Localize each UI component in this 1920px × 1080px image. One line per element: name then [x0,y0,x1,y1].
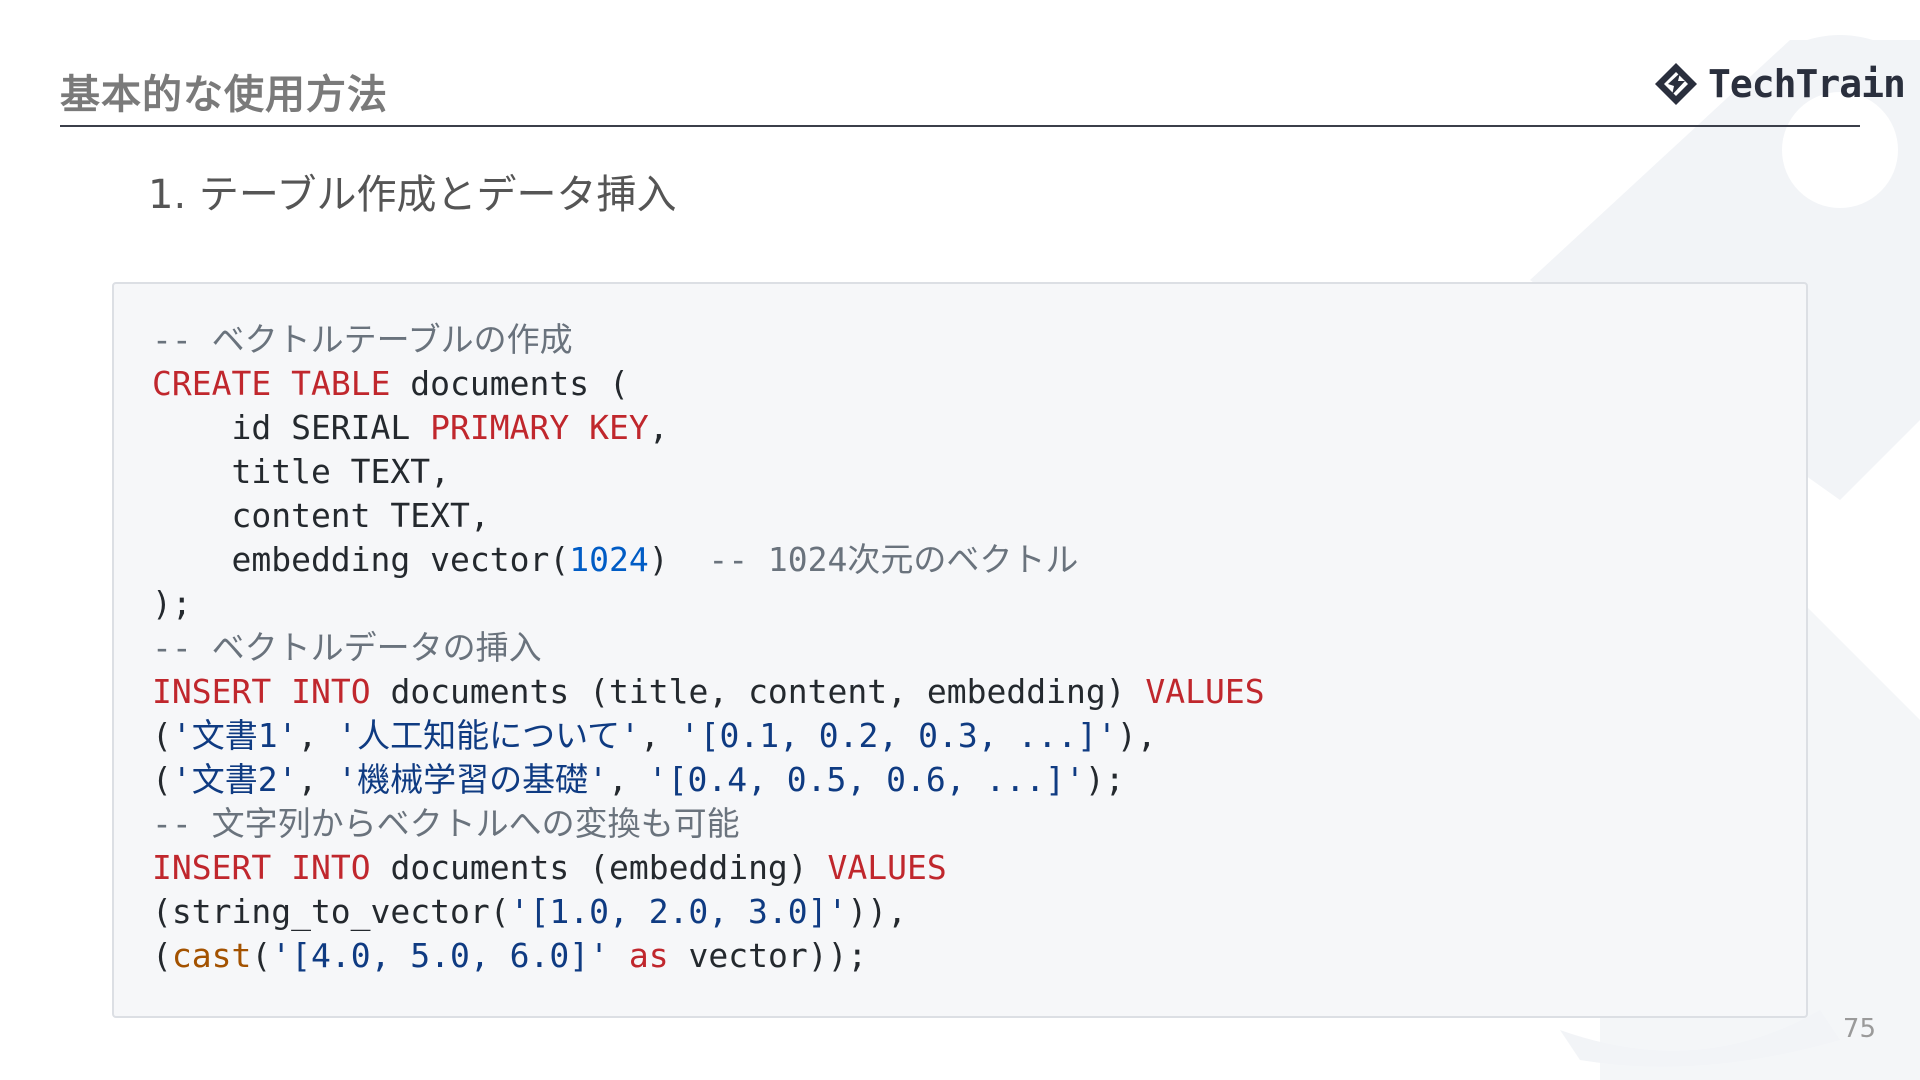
code-string: '機械学習の基礎' [337,760,608,799]
code-keyword: PRIMARY [430,408,570,447]
slide-title: 基本的な使用方法 [60,72,388,118]
code-text: ); [152,584,192,623]
code-keyword: CREATE [152,364,272,403]
code-keyword: TABLE [291,364,391,403]
code-number: 1024 [569,540,649,579]
code-text: , [639,716,680,755]
logo-wordmark: TechTrain [1708,62,1906,106]
code-line: CREATE TABLE documents ( [152,362,1265,406]
page-number: 75 [1842,1014,1876,1044]
code-line: INSERT INTO documents (title, content, e… [152,670,1265,714]
code-line: -- ベクトルテーブルの作成 [152,318,1265,362]
code-keyword: INSERT [152,672,272,711]
code-string: '[0.4, 0.5, 0.6, ...]' [647,760,1085,799]
code-string: '人工知能について' [337,716,640,755]
techtrain-logo: TechTrain [1652,60,1906,108]
code-line: ('文書1', '人工知能について', '[0.1, 0.2, 0.3, ...… [152,714,1265,758]
code-text: , [297,760,338,799]
code-keyword: as [628,936,669,975]
code-text: documents ( [390,364,629,403]
code-keyword: INTO [291,672,371,711]
section-subtitle: 1. テーブル作成とデータ挿入 [148,172,677,218]
code-line: embedding vector(1024) -- 1024次元のベクトル [152,538,1265,582]
sql-code: -- ベクトルテーブルの作成 CREATE TABLE documents ( i… [152,318,1265,978]
techtrain-diamond-logo-icon [1655,63,1697,105]
code-text: ); [1084,760,1125,799]
code-text: ( [251,936,272,975]
code-string: '文書1' [171,716,298,755]
code-function: cast [171,936,252,975]
code-text: , [648,408,669,447]
code-text: content TEXT, [152,496,490,535]
code-string: '[0.1, 0.2, 0.3, ...]' [679,716,1117,755]
code-keyword: KEY [589,408,649,447]
code-line: (string_to_vector('[1.0, 2.0, 3.0]')), [152,890,1265,934]
code-text: title TEXT, [152,452,451,491]
code-text: documents (embedding) [370,848,828,887]
code-keyword: INTO [291,848,371,887]
code-text: )), [847,892,907,931]
code-text: ) [648,540,709,579]
code-text: ( [152,936,172,975]
code-line: title TEXT, [152,450,1265,494]
code-line: (cast('[4.0, 5.0, 6.0]' as vector)); [152,934,1265,978]
code-line: INSERT INTO documents (embedding) VALUES [152,846,1265,890]
code-comment: -- ベクトルデータの挿入 [152,628,542,667]
code-text: documents (title, content, embedding) [370,672,1146,711]
code-line: ('文書2', '機械学習の基礎', '[0.4, 0.5, 0.6, ...]… [152,758,1265,802]
code-comment: -- 1024次元のベクトル [708,540,1079,579]
code-text: vector)); [668,936,868,975]
code-text: ), [1116,716,1157,755]
code-string: '[1.0, 2.0, 3.0]' [509,892,848,931]
code-string: '[4.0, 5.0, 6.0]' [271,936,609,975]
code-text: id SERIAL [152,408,431,447]
code-text: , [297,716,338,755]
code-line: -- 文字列からベクトルへの変換も可能 [152,802,1265,846]
code-string: '文書2' [171,760,298,799]
code-line: -- ベクトルデータの挿入 [152,626,1265,670]
code-keyword: VALUES [1145,672,1265,711]
code-text: embedding vector( [152,540,570,579]
code-text: ( [152,760,172,799]
code-text: , [607,760,648,799]
code-text: ( [152,716,172,755]
code-comment: -- 文字列からベクトルへの変換も可能 [152,804,740,843]
code-keyword: INSERT [152,848,272,887]
title-divider [60,125,1860,127]
code-line: ); [152,582,1265,626]
code-block: -- ベクトルテーブルの作成 CREATE TABLE documents ( i… [112,282,1808,1018]
code-text: (string_to_vector( [152,892,510,931]
code-comment: -- ベクトルテーブルの作成 [152,320,573,359]
code-line: id SERIAL PRIMARY KEY, [152,406,1265,450]
code-keyword: VALUES [827,848,947,887]
code-line: content TEXT, [152,494,1265,538]
